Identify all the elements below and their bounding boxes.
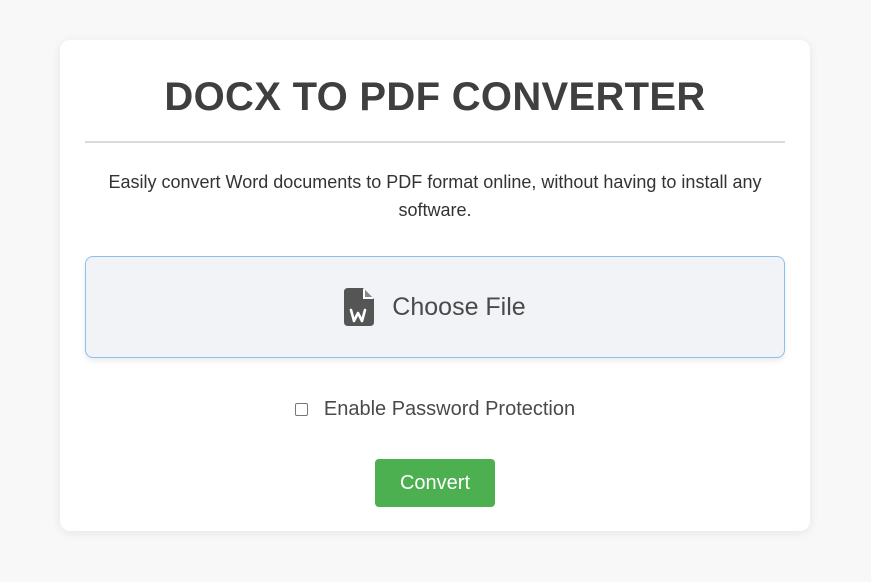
choose-file-label: Choose File xyxy=(392,292,526,321)
converter-card: DOCX TO PDF CONVERTER Easily convert Wor… xyxy=(60,40,810,531)
title-divider xyxy=(85,141,785,143)
password-protection-checkbox[interactable] xyxy=(294,403,308,416)
convert-button[interactable]: Convert xyxy=(375,459,495,507)
word-document-icon xyxy=(344,288,375,326)
password-protection-label[interactable]: Enable Password Protection xyxy=(324,398,575,421)
choose-file-button[interactable]: Choose File xyxy=(85,256,785,358)
password-protection-option: Enable Password Protection xyxy=(60,398,810,421)
description-text: Easily convert Word documents to PDF for… xyxy=(108,172,762,220)
page-title: DOCX TO PDF CONVERTER xyxy=(164,75,706,119)
